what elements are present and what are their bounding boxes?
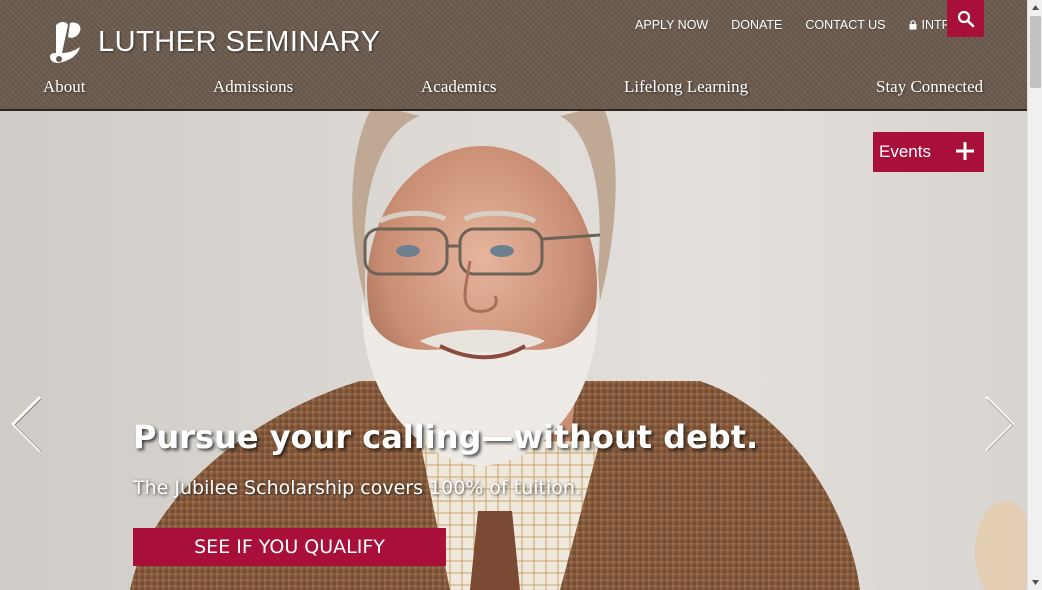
scrollbar-thumb[interactable] bbox=[1030, 16, 1041, 88]
events-button[interactable]: Events bbox=[873, 132, 984, 172]
luther-rose-logo-icon bbox=[50, 22, 81, 63]
search-button[interactable] bbox=[947, 0, 984, 37]
site-header: LUTHER SEMINARY APPLY NOW DONATE CONTACT… bbox=[0, 0, 1027, 111]
see-if-you-qualify-button[interactable]: SEE IF YOU QUALIFY bbox=[133, 528, 446, 566]
hero-carousel: Events Pursue your calling—without debt.… bbox=[0, 111, 1027, 590]
events-label: Events bbox=[879, 142, 931, 161]
nav-lifelong-learning[interactable]: Lifelong Learning bbox=[624, 77, 748, 97]
contact-us-link[interactable]: CONTACT US bbox=[805, 18, 885, 32]
apply-now-link[interactable]: APPLY NOW bbox=[635, 18, 708, 32]
scroll-down-arrow-icon[interactable] bbox=[1028, 575, 1042, 590]
lock-icon bbox=[909, 20, 916, 30]
nav-admissions[interactable]: Admissions bbox=[213, 77, 293, 97]
site-title: LUTHER SEMINARY bbox=[98, 25, 381, 58]
vertical-scrollbar[interactable] bbox=[1027, 0, 1042, 590]
search-icon bbox=[957, 10, 974, 27]
scroll-up-arrow-icon[interactable] bbox=[1028, 0, 1042, 15]
nav-academics[interactable]: Academics bbox=[421, 77, 497, 97]
page: LUTHER SEMINARY APPLY NOW DONATE CONTACT… bbox=[0, 0, 1027, 590]
plus-icon bbox=[956, 142, 974, 160]
site-logo[interactable]: LUTHER SEMINARY bbox=[46, 18, 381, 66]
hero-photo bbox=[130, 111, 1027, 590]
chevron-left-icon[interactable] bbox=[10, 395, 42, 453]
nav-stay-connected[interactable]: Stay Connected bbox=[876, 77, 983, 97]
donate-link[interactable]: DONATE bbox=[731, 18, 782, 32]
nav-about[interactable]: About bbox=[43, 77, 86, 97]
chevron-right-icon[interactable] bbox=[984, 395, 1016, 453]
utility-nav: APPLY NOW DONATE CONTACT US INTRANET bbox=[612, 14, 984, 36]
main-nav: About Admissions Academics Lifelong Lear… bbox=[0, 72, 1027, 104]
hero-headline: Pursue your calling—without debt. bbox=[133, 418, 759, 456]
hero-subhead: The Jubilee Scholarship covers 100% of t… bbox=[133, 477, 581, 499]
